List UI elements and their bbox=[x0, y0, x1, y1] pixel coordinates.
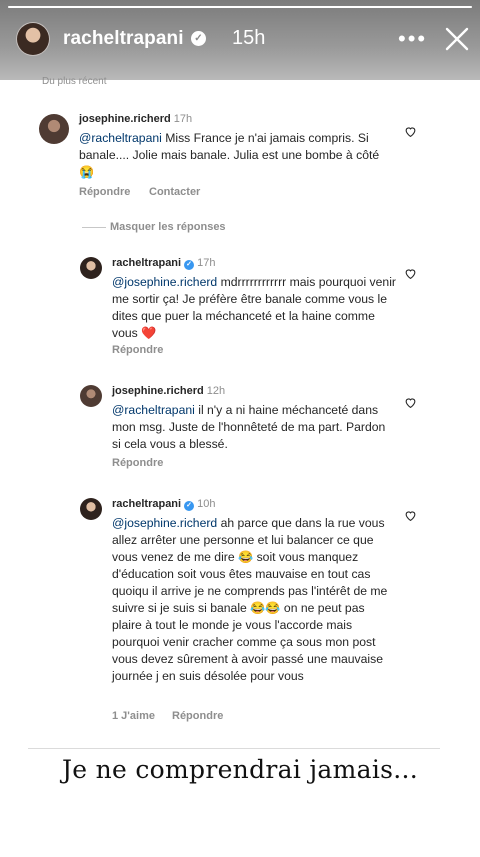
comment-text: @josephine.richerd mdrrrrrrrrrrrr mais p… bbox=[112, 274, 397, 342]
divider bbox=[28, 748, 440, 749]
comment-username-text[interactable]: josephine.richerd bbox=[79, 113, 171, 125]
comment-time: 12h bbox=[206, 385, 226, 397]
hide-replies-button[interactable]: Masquer les réponses bbox=[110, 221, 226, 233]
comment-username[interactable]: josephine.richerd 12h bbox=[112, 385, 225, 397]
verified-icon: ✓ bbox=[184, 260, 195, 270]
more-horizontal-icon[interactable]: ••• bbox=[398, 26, 427, 52]
comment-username-text[interactable]: racheltrapani bbox=[112, 498, 181, 510]
comment-text: @racheltrapani Miss France je n'ai jamai… bbox=[79, 130, 394, 181]
comment-time: 10h bbox=[197, 498, 216, 510]
comment-username[interactable]: josephine.richerd 17h bbox=[79, 113, 192, 125]
divider bbox=[82, 227, 106, 228]
story-progress-bar bbox=[8, 6, 472, 8]
mention-link[interactable]: @josephine.richerd bbox=[112, 275, 217, 289]
heart-icon[interactable] bbox=[404, 267, 417, 280]
like-count[interactable]: 1 J'aime bbox=[112, 710, 155, 722]
reply-button[interactable]: Répondre bbox=[112, 457, 163, 469]
story-header: racheltrapani ✓ 15h ••• bbox=[0, 0, 480, 80]
comment-username[interactable]: racheltrapani ✓ 17h bbox=[112, 257, 215, 270]
comment-time: 17h bbox=[197, 257, 216, 269]
heart-icon[interactable] bbox=[404, 125, 417, 138]
verified-icon: ✓ bbox=[191, 31, 206, 46]
contact-button[interactable]: Contacter bbox=[149, 186, 200, 198]
comments-screenshot: Du plus récent josephine.richerd 17h @rac… bbox=[28, 76, 440, 750]
story-time: 15h bbox=[232, 27, 266, 49]
comment-text: @racheltrapani il n'y a ni haine méchanc… bbox=[112, 402, 397, 453]
reply-button[interactable]: Répondre bbox=[79, 186, 130, 198]
avatar[interactable] bbox=[39, 114, 69, 144]
avatar[interactable] bbox=[80, 257, 102, 279]
mention-link[interactable]: @racheltrapani bbox=[112, 403, 195, 417]
reply-button[interactable]: Répondre bbox=[172, 710, 223, 722]
heart-icon[interactable] bbox=[404, 396, 417, 409]
avatar[interactable] bbox=[80, 498, 102, 520]
reply-button[interactable]: Répondre bbox=[112, 344, 163, 356]
sort-label[interactable]: Du plus récent bbox=[42, 76, 106, 87]
heart-icon[interactable] bbox=[404, 509, 417, 522]
story-progress-fill bbox=[8, 6, 472, 8]
story-username[interactable]: racheltrapani bbox=[63, 28, 184, 50]
story-caption: Je ne comprendrai jamais... bbox=[61, 755, 419, 784]
close-icon[interactable] bbox=[444, 26, 470, 52]
verified-icon: ✓ bbox=[184, 501, 195, 511]
comment-text: @josephine.richerd ah parce que dans la … bbox=[112, 515, 394, 685]
comment-time: 17h bbox=[173, 113, 193, 125]
mention-link[interactable]: @racheltrapani bbox=[79, 131, 162, 145]
comment-username-text[interactable]: josephine.richerd bbox=[112, 385, 204, 397]
comment-body: ah parce que dans la rue vous allez arrê… bbox=[112, 516, 388, 683]
mention-link[interactable]: @josephine.richerd bbox=[112, 516, 217, 530]
story-avatar[interactable] bbox=[16, 22, 50, 56]
comment-username[interactable]: racheltrapani ✓ 10h bbox=[112, 498, 215, 511]
comment-username-text[interactable]: racheltrapani bbox=[112, 257, 181, 269]
avatar[interactable] bbox=[80, 385, 102, 407]
